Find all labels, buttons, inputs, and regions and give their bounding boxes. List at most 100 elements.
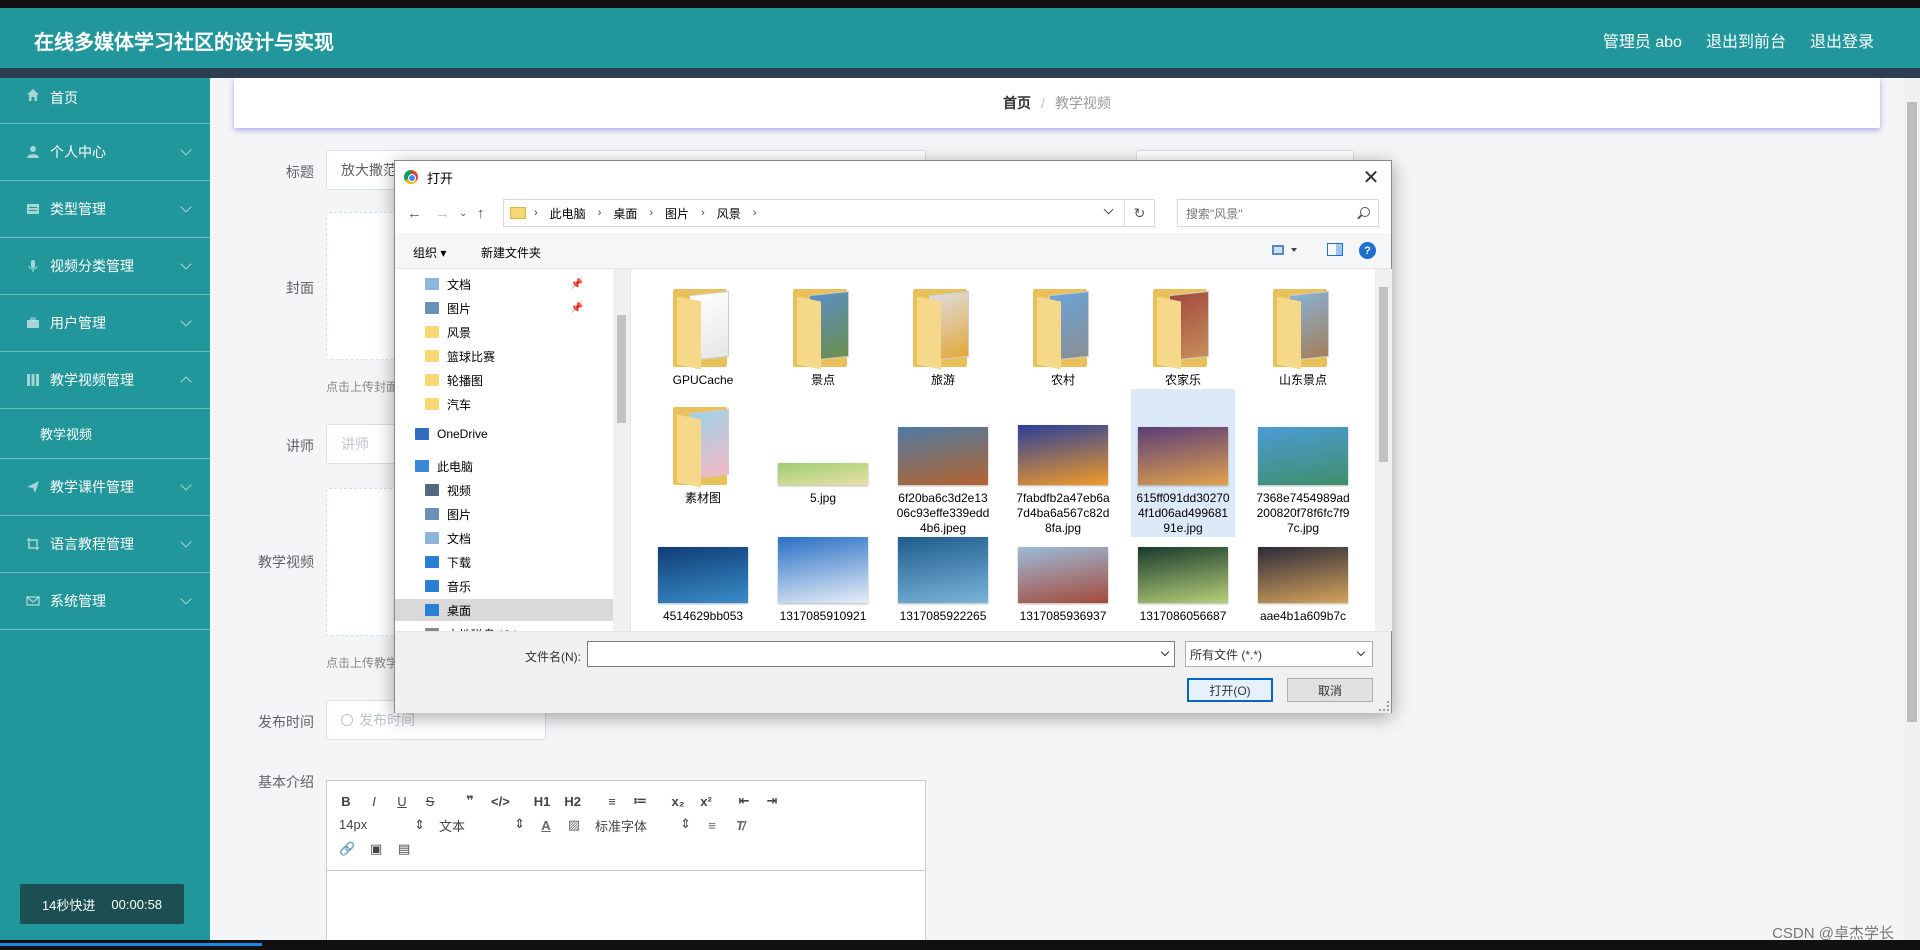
view-options-icon[interactable] (1271, 243, 1301, 257)
filetype-select[interactable]: 所有文件 (*.*) (1185, 641, 1373, 667)
nav-item[interactable]: 视频 (425, 479, 595, 501)
admin-user-link[interactable]: 管理员 abo (1603, 28, 1682, 52)
nav-item[interactable]: 图片 (425, 503, 595, 525)
superscript-button[interactable]: x² (699, 794, 713, 809)
nav-item[interactable]: 下载 (425, 551, 595, 573)
path-segment[interactable]: 图片 (665, 205, 689, 222)
new-folder-button[interactable]: 新建文件夹 (481, 244, 541, 261)
sidebar-item-home[interactable]: 首页 (0, 78, 210, 124)
file-pane-scrollbar[interactable] (1375, 269, 1392, 631)
path-segment[interactable]: 风景 (717, 205, 741, 222)
path-segment[interactable]: 此电脑 (550, 205, 586, 222)
breadcrumb-home[interactable]: 首页 (1003, 93, 1031, 113)
refresh-icon[interactable]: ↻ (1125, 199, 1155, 227)
code-block-button[interactable]: </> (491, 794, 510, 809)
sidebar-item-profile[interactable]: 个人中心 (0, 124, 210, 181)
nav-item[interactable]: OneDrive (415, 423, 595, 445)
outdent-button[interactable]: ⇤ (737, 793, 751, 809)
resize-grip-icon[interactable] (1379, 701, 1389, 711)
address-bar[interactable]: › 此电脑 › 桌面 › 图片 › 风景 › (503, 199, 1125, 227)
folder-item[interactable]: GPUCache (651, 279, 755, 388)
pin-icon[interactable]: 📌 (571, 303, 583, 314)
subscript-button[interactable]: x₂ (671, 794, 685, 809)
page-scrollbar[interactable] (1904, 78, 1920, 940)
image-file-item[interactable]: 1317086056687 (1131, 515, 1235, 624)
search-input[interactable]: 搜索"风景" (1177, 199, 1379, 227)
nav-item[interactable]: 汽车 (425, 393, 595, 415)
nav-item[interactable]: 本地磁盘 (C:) (425, 623, 595, 631)
font-family-select[interactable]: 标准字体 ⇕ (595, 816, 691, 835)
background-color-button[interactable]: ▨ (567, 817, 581, 833)
folder-item[interactable]: 山东景点 (1251, 279, 1355, 388)
folder-item[interactable]: 农村 (1011, 279, 1115, 388)
link-icon[interactable]: 🔗 (339, 841, 355, 857)
back-arrow-icon[interactable]: ← (407, 205, 422, 222)
folder-item[interactable]: 旅游 (891, 279, 995, 388)
nav-pane-scrollbar[interactable] (613, 269, 630, 631)
font-color-button[interactable]: A (539, 818, 553, 833)
sidebar-item-system-manage[interactable]: 系统管理 (0, 573, 210, 630)
blockquote-button[interactable]: ❞ (463, 793, 477, 809)
video-progress-bar[interactable] (0, 943, 262, 946)
filename-input[interactable] (587, 641, 1175, 667)
forward-arrow-icon[interactable]: → (435, 205, 450, 222)
cancel-button[interactable]: 取消 (1287, 678, 1373, 702)
image-file-item[interactable]: 5.jpg (771, 397, 875, 506)
nav-item[interactable]: 图片 📌 (425, 297, 595, 319)
clear-format-button[interactable]: T̸ (733, 818, 747, 833)
nav-item[interactable]: 轮播图 (425, 369, 595, 391)
sidebar-item-type-manage[interactable]: 类型管理 (0, 181, 210, 238)
nav-item[interactable]: 文档 (425, 527, 595, 549)
open-button[interactable]: 打开(O) (1187, 678, 1273, 702)
exit-to-front-link[interactable]: 退出到前台 (1706, 28, 1786, 52)
recent-chevron-icon[interactable]: ⌄ (459, 208, 467, 219)
image-icon[interactable]: ▣ (369, 841, 383, 857)
strike-button[interactable]: S (423, 794, 437, 809)
image-file-item[interactable]: 1317085936937 (1011, 515, 1115, 624)
nav-item[interactable]: 篮球比赛 (425, 345, 595, 367)
video-timer-badge[interactable]: 14秒快进 00:00:58 (20, 884, 184, 924)
sidebar-subitem-teaching-video[interactable]: 教学视频 (0, 409, 210, 459)
folder-item[interactable]: 素材图 (651, 397, 755, 506)
image-file-item[interactable]: 1317085922265 (891, 515, 995, 624)
align-button[interactable]: ≡ (705, 818, 719, 833)
close-icon[interactable]: ✕ (1359, 165, 1383, 190)
nav-item[interactable]: 音乐 (425, 575, 595, 597)
video-icon[interactable]: ▤ (397, 841, 411, 857)
nav-item[interactable]: 此电脑 (415, 455, 595, 477)
sidebar-item-video-category[interactable]: 视频分类管理 (0, 238, 210, 295)
image-file-item[interactable]: 4514629bb053 (651, 515, 755, 624)
path-segment[interactable]: 桌面 (613, 205, 637, 222)
nav-item[interactable]: 文档 📌 (425, 273, 595, 295)
heading2-button[interactable]: H2 (564, 794, 581, 809)
font-size-select[interactable]: 14px ⇕ (339, 817, 425, 833)
nav-pane-scrollbar-thumb[interactable] (617, 315, 626, 423)
sidebar-item-user-manage[interactable]: 用户管理 (0, 295, 210, 352)
italic-button[interactable]: I (367, 794, 381, 809)
help-icon[interactable]: ? (1359, 242, 1376, 259)
pin-icon[interactable]: 📌 (571, 279, 583, 290)
file-pane-scrollbar-thumb[interactable] (1379, 287, 1388, 462)
sidebar-item-video-manage[interactable]: 教学视频管理 (0, 352, 210, 409)
preview-pane-icon[interactable] (1327, 243, 1343, 256)
heading1-button[interactable]: H1 (534, 794, 551, 809)
text-style-select[interactable]: 文本 ⇕ (439, 816, 525, 835)
nav-item[interactable]: 风景 (425, 321, 595, 343)
page-scrollbar-thumb[interactable] (1907, 102, 1917, 722)
indent-button[interactable]: ⇥ (765, 793, 779, 809)
sidebar-item-courseware-manage[interactable]: 教学课件管理 (0, 459, 210, 516)
logout-link[interactable]: 退出登录 (1810, 28, 1874, 52)
sidebar-item-language-tutorial[interactable]: 语言教程管理 (0, 516, 210, 573)
ordered-list-button[interactable]: ≡ (605, 794, 619, 809)
organize-button[interactable]: 组织 ▾ (413, 244, 446, 261)
image-file-item[interactable]: aae4b1a609b7c (1251, 515, 1355, 624)
bold-button[interactable]: B (339, 794, 353, 809)
folder-item[interactable]: 农家乐 (1131, 279, 1235, 388)
underline-button[interactable]: U (395, 794, 409, 809)
up-arrow-icon[interactable]: ↑ (477, 205, 485, 222)
bullet-list-button[interactable]: ≔ (633, 793, 647, 809)
chevron-down-icon[interactable] (1160, 647, 1170, 657)
image-file-item[interactable]: 1317085910921 (771, 515, 875, 624)
nav-item[interactable]: 桌面 (395, 599, 613, 621)
folder-item[interactable]: 景点 (771, 279, 875, 388)
